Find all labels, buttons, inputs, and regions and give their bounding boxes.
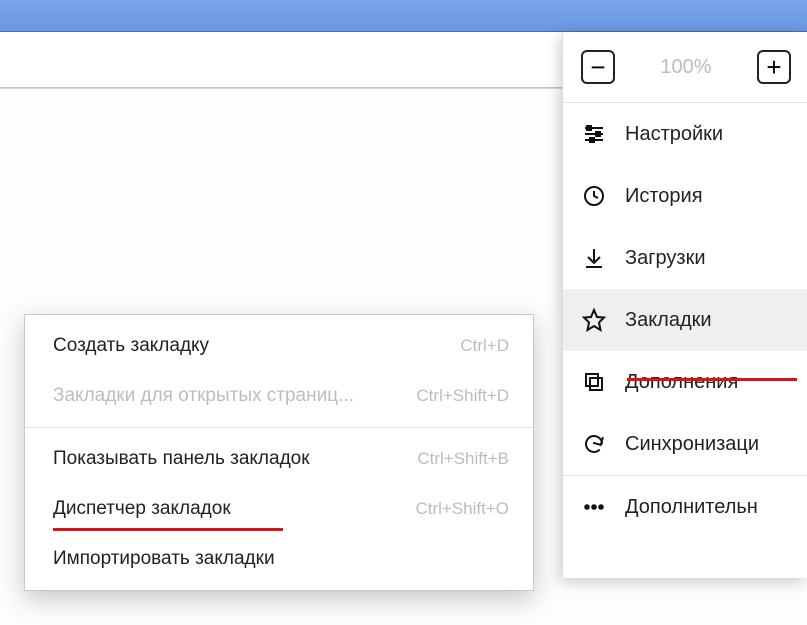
submenu-separator [25, 427, 533, 428]
sliders-icon [581, 121, 607, 147]
plus-icon: + [766, 54, 781, 80]
star-icon [581, 307, 607, 333]
shortcut-text: Ctrl+Shift+D [416, 386, 509, 406]
bookmarks-submenu: Создать закладку Ctrl+D Закладки для отк… [24, 314, 534, 591]
submenu-label: Показывать панель закладок [53, 448, 310, 470]
menu-item-settings[interactable]: Настройки [563, 103, 807, 165]
submenu-item-bookmark-manager[interactable]: Диспетчер закладок Ctrl+Shift+O [25, 484, 533, 534]
menu-item-more[interactable]: Дополнительн [563, 476, 807, 538]
menu-label: История [625, 185, 703, 208]
copy-icon [581, 369, 607, 395]
minus-icon: − [590, 54, 605, 80]
download-icon [581, 245, 607, 271]
window-titlebar [0, 0, 807, 32]
menu-item-history[interactable]: История [563, 165, 807, 227]
annotation-underline [627, 378, 797, 381]
clock-icon [581, 183, 607, 209]
sync-icon [581, 431, 607, 457]
submenu-label: Закладки для открытых страниц... [53, 385, 354, 407]
submenu-item-import-bookmarks[interactable]: Импортировать закладки [25, 534, 533, 584]
menu-item-sync[interactable]: Синхронизаци [563, 413, 807, 475]
zoom-value: 100% [660, 56, 711, 79]
submenu-label: Импортировать закладки [53, 548, 275, 570]
menu-label: Загрузки [625, 247, 706, 270]
shortcut-text: Ctrl+Shift+B [417, 449, 509, 469]
submenu-label: Диспетчер закладок [53, 498, 231, 520]
zoom-in-button[interactable]: + [757, 50, 791, 84]
menu-item-addons[interactable]: Дополнения [563, 351, 807, 413]
shortcut-text: Ctrl+D [460, 336, 509, 356]
submenu-item-create-bookmark[interactable]: Создать закладку Ctrl+D [25, 321, 533, 371]
submenu-item-bookmark-open-tabs: Закладки для открытых страниц... Ctrl+Sh… [25, 371, 533, 421]
submenu-label: Создать закладку [53, 335, 209, 357]
zoom-controls: − 100% + [563, 32, 807, 102]
more-horizontal-icon [581, 494, 607, 520]
menu-item-bookmarks[interactable]: Закладки [563, 289, 807, 351]
menu-label: Дополнительн [625, 496, 758, 519]
zoom-out-button[interactable]: − [581, 50, 615, 84]
menu-label: Синхронизаци [625, 433, 759, 456]
shortcut-text: Ctrl+Shift+O [415, 499, 509, 519]
menu-label: Настройки [625, 123, 723, 146]
menu-item-downloads[interactable]: Загрузки [563, 227, 807, 289]
submenu-item-show-bookmark-bar[interactable]: Показывать панель закладок Ctrl+Shift+B [25, 434, 533, 484]
main-menu-panel: − 100% + Настройки История Загрузки Закл… [562, 32, 807, 578]
annotation-underline [53, 528, 283, 531]
menu-label: Дополнения [625, 371, 738, 394]
menu-label: Закладки [625, 309, 712, 332]
